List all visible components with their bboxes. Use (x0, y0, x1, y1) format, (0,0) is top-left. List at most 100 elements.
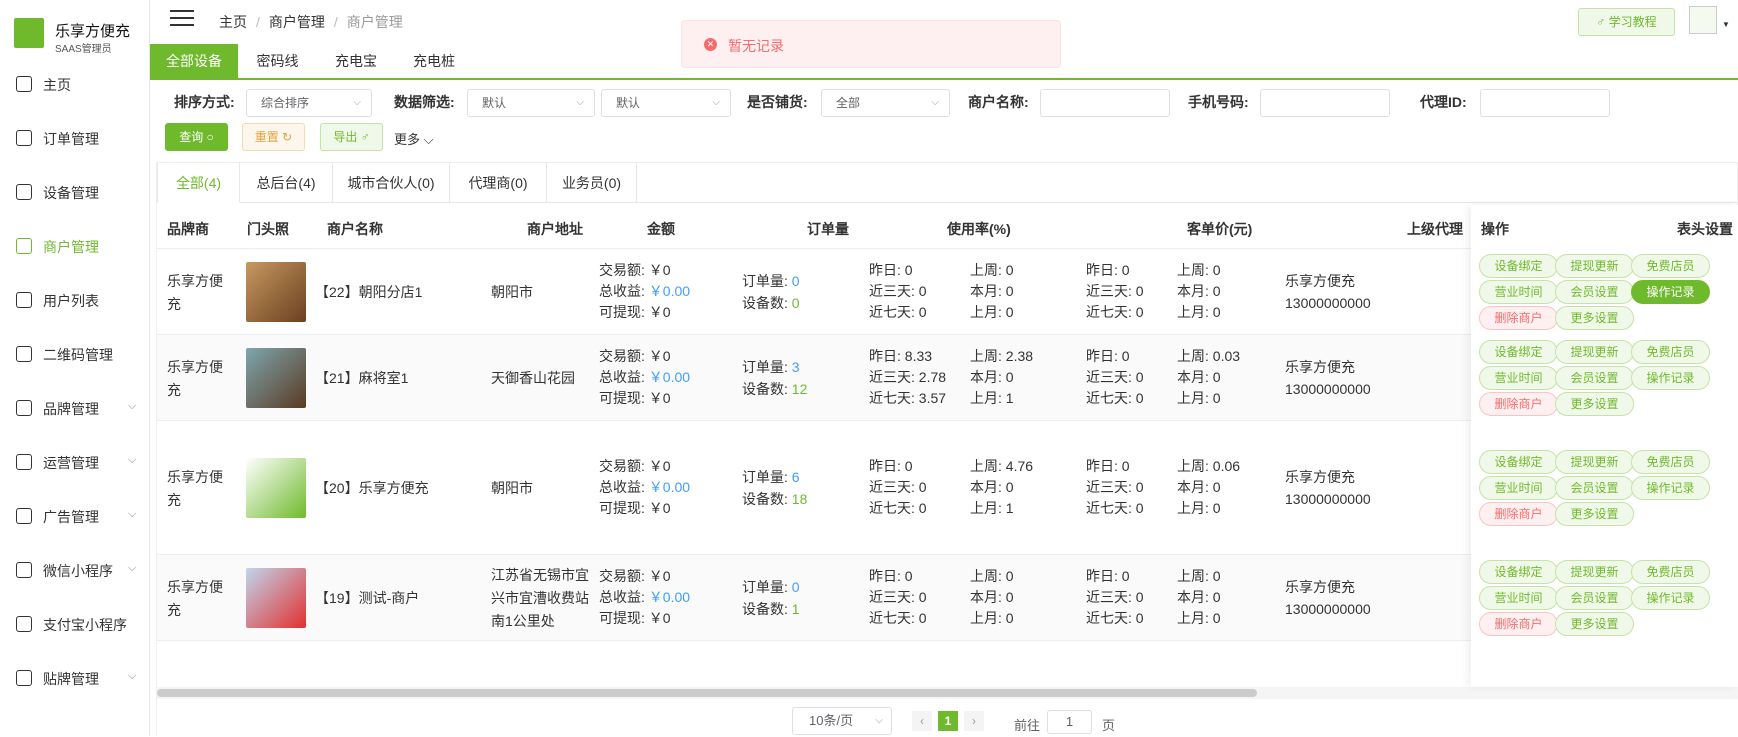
bind-device-button[interactable]: 设备绑定 (1479, 450, 1558, 474)
tutorial-button[interactable]: ♂ 学习教程 (1578, 8, 1675, 36)
sidebar-item-home[interactable]: 主页 (0, 64, 150, 104)
query-button[interactable]: 查询 ○ (165, 123, 228, 151)
sidebar-item-operation[interactable]: 运营管理 ⌵ (0, 442, 150, 482)
more-settings-button[interactable]: 更多设置 (1555, 612, 1634, 636)
more-filters-toggle[interactable]: 更多 ⌵ (394, 129, 433, 148)
storefront-photo[interactable] (246, 348, 306, 408)
breadcrumb-home[interactable]: 主页 (219, 14, 247, 30)
operation-log-button[interactable]: 操作记录 (1631, 280, 1710, 304)
business-hours-button[interactable]: 营业时间 (1479, 476, 1558, 500)
sidebar-item-alipay-miniapp[interactable]: 支付宝小程序 (0, 604, 150, 644)
sidebar-item-oem[interactable]: 贴牌管理 ⌵ (0, 658, 150, 698)
col-parent-agent: 上级代理 (1407, 221, 1463, 237)
subtab-4[interactable]: 业务员(0) (547, 163, 637, 203)
avg-last-month: 上月: 0 (1177, 304, 1221, 320)
sidebar-item-users[interactable]: 用户列表 (0, 280, 150, 320)
member-settings-button[interactable]: 会员设置 (1555, 586, 1634, 610)
horizontal-scrollbar[interactable] (157, 687, 1738, 699)
export-button[interactable]: 导出 ♂ (320, 123, 383, 151)
sidebar-item-wechat-miniapp[interactable]: 微信小程序 ⌵ (0, 550, 150, 590)
subtab-3[interactable]: 代理商(0) (450, 163, 547, 203)
sidebar-item-orders[interactable]: 订单管理 (0, 118, 150, 158)
home-icon (16, 76, 32, 92)
tab-1[interactable]: 密码线 (238, 44, 317, 78)
avg-last-week: 上周: 0 (1177, 568, 1221, 584)
storefront-photo[interactable] (246, 568, 306, 628)
bind-device-button[interactable]: 设备绑定 (1479, 254, 1558, 278)
tab-2[interactable]: 充电宝 (317, 44, 395, 78)
device-count: 设备数: 12 (742, 381, 808, 397)
operation-log-button[interactable]: 操作记录 (1631, 366, 1710, 390)
page-size-select[interactable]: 10条/页 ⌵ (792, 707, 892, 735)
trade-amount: 交易额: ￥0 (599, 348, 671, 364)
page-number[interactable]: 1 (938, 711, 958, 731)
data-filter-select-2[interactable]: 默认 ⌵ (601, 89, 731, 117)
delete-merchant-button[interactable]: 删除商户 (1479, 306, 1558, 330)
agent-id-input[interactable] (1480, 89, 1610, 117)
storefront-photo[interactable] (246, 458, 306, 518)
delete-merchant-button[interactable]: 删除商户 (1479, 612, 1558, 636)
prev-page-icon[interactable]: ‹ (912, 711, 932, 731)
free-staff-button[interactable]: 免费店员 (1631, 560, 1710, 584)
delete-merchant-button[interactable]: 删除商户 (1479, 392, 1558, 416)
subtab-2[interactable]: 城市合伙人(0) (333, 163, 450, 203)
withdraw-update-button[interactable]: 提现更新 (1555, 560, 1634, 584)
tab-0[interactable]: 全部设备 (150, 44, 238, 78)
free-staff-button[interactable]: 免费店员 (1631, 450, 1710, 474)
member-settings-button[interactable]: 会员设置 (1555, 280, 1634, 304)
sidebar-item-label: 支付宝小程序 (43, 617, 127, 633)
more-settings-button[interactable]: 更多设置 (1555, 392, 1634, 416)
avg-last-month: 上月: 0 (1177, 610, 1221, 626)
table-settings-link[interactable]: 表头设置 (1677, 219, 1733, 239)
total-income: 总收益: ￥0.00 (599, 283, 691, 299)
subtab-0[interactable]: 全部(4) (157, 163, 240, 203)
error-icon: ✕ (704, 38, 717, 51)
more-settings-button[interactable]: 更多设置 (1555, 502, 1634, 526)
business-hours-button[interactable]: 营业时间 (1479, 586, 1558, 610)
subtab-1[interactable]: 总后台(4) (240, 163, 333, 203)
phone-input[interactable] (1260, 89, 1390, 117)
stock-label: 是否铺货: (747, 94, 808, 110)
sort-select[interactable]: 综合排序 ⌵ (246, 89, 372, 117)
sidebar-item-merchants[interactable]: 商户管理 (0, 226, 150, 266)
chevron-down-icon: ⌵ (712, 97, 720, 108)
avg-this-month: 本月: 0 (1177, 283, 1221, 299)
col-orders: 订单量 (807, 221, 849, 237)
sidebar-item-brand[interactable]: 品牌管理 ⌵ (0, 388, 150, 428)
withdraw-update-button[interactable]: 提现更新 (1555, 340, 1634, 364)
sidebar-item-devices[interactable]: 设备管理 (0, 172, 150, 212)
goto-page-input[interactable]: 1 (1047, 710, 1092, 734)
business-hours-button[interactable]: 营业时间 (1479, 366, 1558, 390)
avatar[interactable] (1689, 6, 1717, 34)
operation-log-button[interactable]: 操作记录 (1631, 586, 1710, 610)
stock-select[interactable]: 全部 ⌵ (821, 89, 950, 117)
withdraw-update-button[interactable]: 提现更新 (1555, 254, 1634, 278)
bind-device-button[interactable]: 设备绑定 (1479, 340, 1558, 364)
reset-button[interactable]: 重置 ↻ (242, 123, 305, 151)
member-settings-button[interactable]: 会员设置 (1555, 366, 1634, 390)
free-staff-button[interactable]: 免费店员 (1631, 340, 1710, 364)
withdraw-update-button[interactable]: 提现更新 (1555, 450, 1634, 474)
chevron-down-icon: ⌵ (931, 97, 939, 108)
merchant-address-cell: 朝阳市 (491, 284, 533, 300)
breadcrumb-parent[interactable]: 商户管理 (269, 14, 325, 30)
delete-merchant-button[interactable]: 删除商户 (1479, 502, 1558, 526)
data-filter-select-1[interactable]: 默认 ⌵ (467, 89, 595, 117)
more-settings-button[interactable]: 更多设置 (1555, 306, 1634, 330)
order-count: 订单量: 6 (742, 469, 800, 485)
operation-log-button[interactable]: 操作记录 (1631, 476, 1710, 500)
col-usage: 使用率(%) (947, 221, 1011, 237)
member-settings-button[interactable]: 会员设置 (1555, 476, 1634, 500)
bind-device-button[interactable]: 设备绑定 (1479, 560, 1558, 584)
free-staff-button[interactable]: 免费店员 (1631, 254, 1710, 278)
business-hours-button[interactable]: 营业时间 (1479, 280, 1558, 304)
menu-toggle-icon[interactable] (170, 10, 194, 30)
next-page-icon[interactable]: › (964, 711, 984, 731)
merchant-name-input[interactable] (1040, 89, 1170, 117)
storefront-photo[interactable] (246, 262, 306, 322)
sidebar-item-qrcode[interactable]: 二维码管理 (0, 334, 150, 374)
tab-3[interactable]: 充电桩 (395, 44, 473, 78)
caret-down-icon[interactable]: ▼ (1722, 20, 1730, 29)
alipay-icon (16, 616, 32, 632)
sidebar-item-ads[interactable]: 广告管理 ⌵ (0, 496, 150, 536)
